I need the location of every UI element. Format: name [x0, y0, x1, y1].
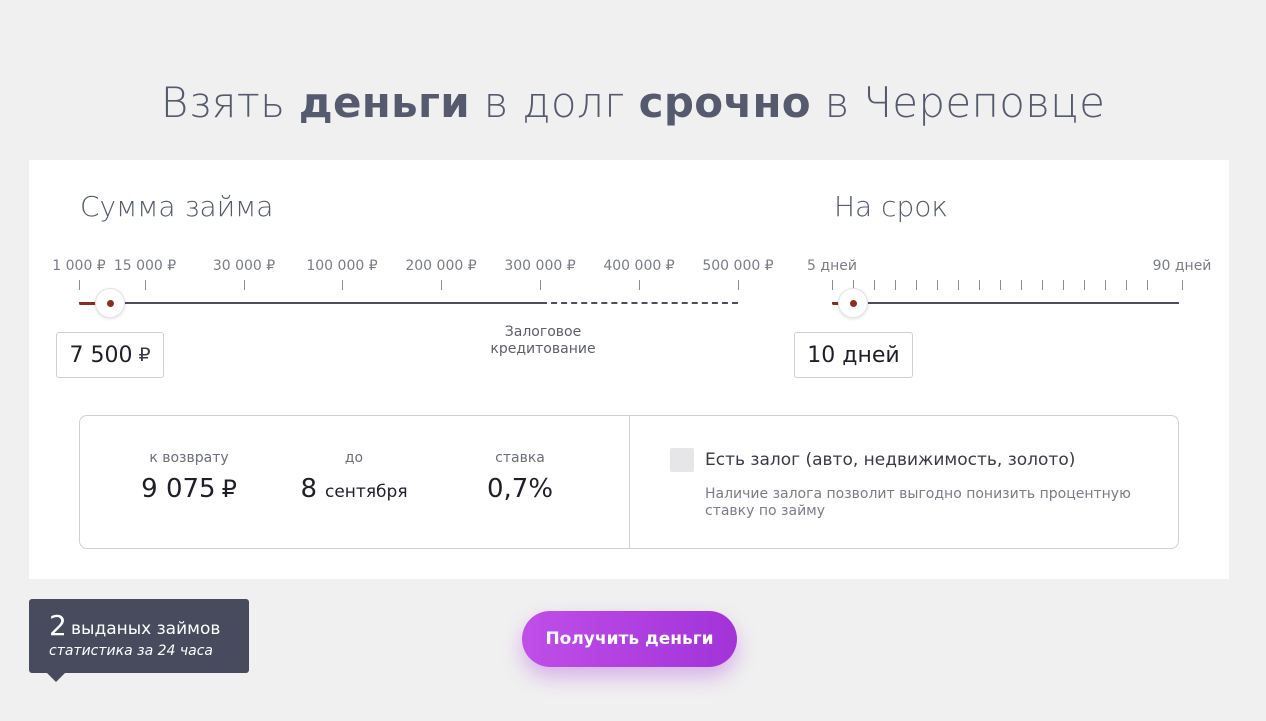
stats-text: выданых займов: [71, 619, 221, 639]
due-month: сентября: [324, 482, 408, 502]
rate-label: ставка: [495, 450, 545, 466]
amount-tick-label: 500 000 ₽: [702, 258, 774, 274]
tick-mark: [1147, 280, 1148, 290]
amount-value-box[interactable]: 7 500 ₽: [56, 332, 164, 378]
return-label: к возврату: [149, 450, 229, 466]
amount-tick-label: 15 000 ₽: [113, 258, 177, 274]
tick-mark: [1063, 280, 1064, 290]
tick-mark: [1182, 280, 1183, 290]
tick-mark: [1042, 280, 1043, 290]
term-slider-handle[interactable]: [838, 288, 868, 318]
return-value: 9 075 ₽: [141, 474, 237, 504]
rate-value: 0,7%: [486, 474, 554, 504]
title-text: в долг: [469, 78, 639, 127]
ruble-sign: ₽: [221, 475, 237, 503]
calculator-card: Сумма займа 1 000 ₽ 15 000 ₽ 30 000 ₽ 10…: [29, 160, 1229, 579]
term-value: 10 дней: [807, 342, 900, 368]
tick-mark: [1105, 280, 1106, 290]
tick-mark: [1084, 280, 1085, 290]
tick-mark: [342, 280, 343, 290]
amount-tick-label: 1 000 ₽: [52, 258, 106, 274]
tick-mark: [1021, 280, 1022, 290]
tick-mark: [441, 280, 442, 290]
tick-mark: [145, 280, 146, 290]
amount-slider-handle[interactable]: [95, 288, 125, 318]
collateral-checkbox[interactable]: [670, 448, 694, 472]
term-max-label: 90 дней: [1152, 258, 1212, 274]
title-text: в Череповце: [810, 78, 1106, 127]
stats-subtitle: статистика за 24 часа: [49, 643, 213, 659]
tick-mark: [874, 280, 875, 290]
title-bold-urgent: срочно: [638, 78, 811, 127]
term-min-label: 5 дней: [807, 258, 857, 274]
title-bold-money: деньги: [298, 78, 470, 127]
tick-mark: [244, 280, 245, 290]
tick-mark: [958, 280, 959, 290]
due-date: 8 сентября: [300, 474, 407, 504]
due-day: 8: [300, 474, 317, 504]
collateral-note-line: Залоговое: [504, 324, 582, 340]
tick-mark: [895, 280, 896, 290]
title-text: Взять: [160, 78, 299, 127]
tick-mark: [639, 280, 640, 290]
summary-divider: [629, 416, 630, 548]
tick-mark: [979, 280, 980, 290]
amount-value: 7 500: [69, 342, 133, 368]
tick-mark: [79, 280, 80, 290]
ruble-sign: ₽: [138, 344, 151, 366]
tick-mark: [1000, 280, 1001, 290]
loan-amount-heading: Сумма займа: [80, 190, 274, 223]
amount-tick-label: 300 000 ₽: [504, 258, 576, 274]
loan-summary: к возврату 9 075 ₽ до 8 сентября ставка 0,…: [79, 415, 1179, 549]
tick-mark: [832, 280, 833, 290]
amount-slider-track-collateral[interactable]: [541, 302, 738, 304]
collateral-checkbox-label[interactable]: Есть залог (авто, недвижимость, золото): [705, 450, 1075, 470]
stats-count: 2: [49, 609, 67, 642]
due-label: до: [344, 450, 364, 466]
get-money-button[interactable]: Получить деньги: [522, 611, 737, 667]
term-slider-track[interactable]: [832, 302, 1179, 304]
return-amount: 9 075: [141, 474, 216, 504]
page-title: Взять деньги в долг срочно в Череповце: [0, 78, 1266, 127]
collateral-note-line: кредитование: [490, 341, 596, 357]
term-value-box[interactable]: 10 дней: [794, 332, 913, 378]
tick-mark: [937, 280, 938, 290]
term-heading: На срок: [834, 190, 949, 223]
amount-tick-label: 400 000 ₽: [603, 258, 675, 274]
tick-mark: [1126, 280, 1127, 290]
amount-slider-track[interactable]: [79, 302, 541, 304]
amount-tick-label: 100 000 ₽: [306, 258, 378, 274]
amount-tick-label: 30 000 ₽: [212, 258, 276, 274]
tick-mark: [916, 280, 917, 290]
tick-mark: [738, 280, 739, 290]
stats-badge: 2 выданых займов статистика за 24 часа: [29, 599, 249, 682]
collateral-hint: Наличие залога позволит выгодно понизить…: [705, 486, 1131, 519]
tick-mark: [540, 280, 541, 290]
amount-tick-label: 200 000 ₽: [405, 258, 477, 274]
collateral-lending-note: Залоговое кредитование: [473, 324, 613, 358]
